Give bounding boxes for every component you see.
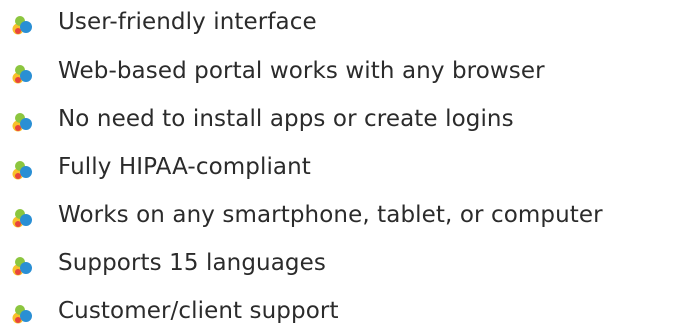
- feature-label: No need to install apps or create logins: [58, 106, 514, 132]
- cloud-cluster-bullet-icon: [11, 255, 33, 277]
- cloud-cluster-bullet-icon: [11, 207, 33, 229]
- feature-list: User-friendly interface Web-based portal…: [0, 0, 673, 324]
- cloud-cluster-bullet-icon: [11, 111, 33, 133]
- cloud-cluster-bullet-icon: [11, 14, 33, 36]
- feature-label: User-friendly interface: [58, 9, 317, 35]
- feature-label: Fully HIPAA-compliant: [58, 154, 311, 180]
- cloud-cluster-bullet-icon: [11, 159, 33, 181]
- feature-label: Supports 15 languages: [58, 250, 326, 276]
- cloud-cluster-bullet-icon: [11, 63, 33, 85]
- feature-label: Web-based portal works with any browser: [58, 58, 545, 84]
- cloud-cluster-bullet-icon: [11, 303, 33, 325]
- feature-label: Works on any smartphone, tablet, or comp…: [58, 202, 603, 228]
- feature-label: Customer/client support: [58, 298, 339, 324]
